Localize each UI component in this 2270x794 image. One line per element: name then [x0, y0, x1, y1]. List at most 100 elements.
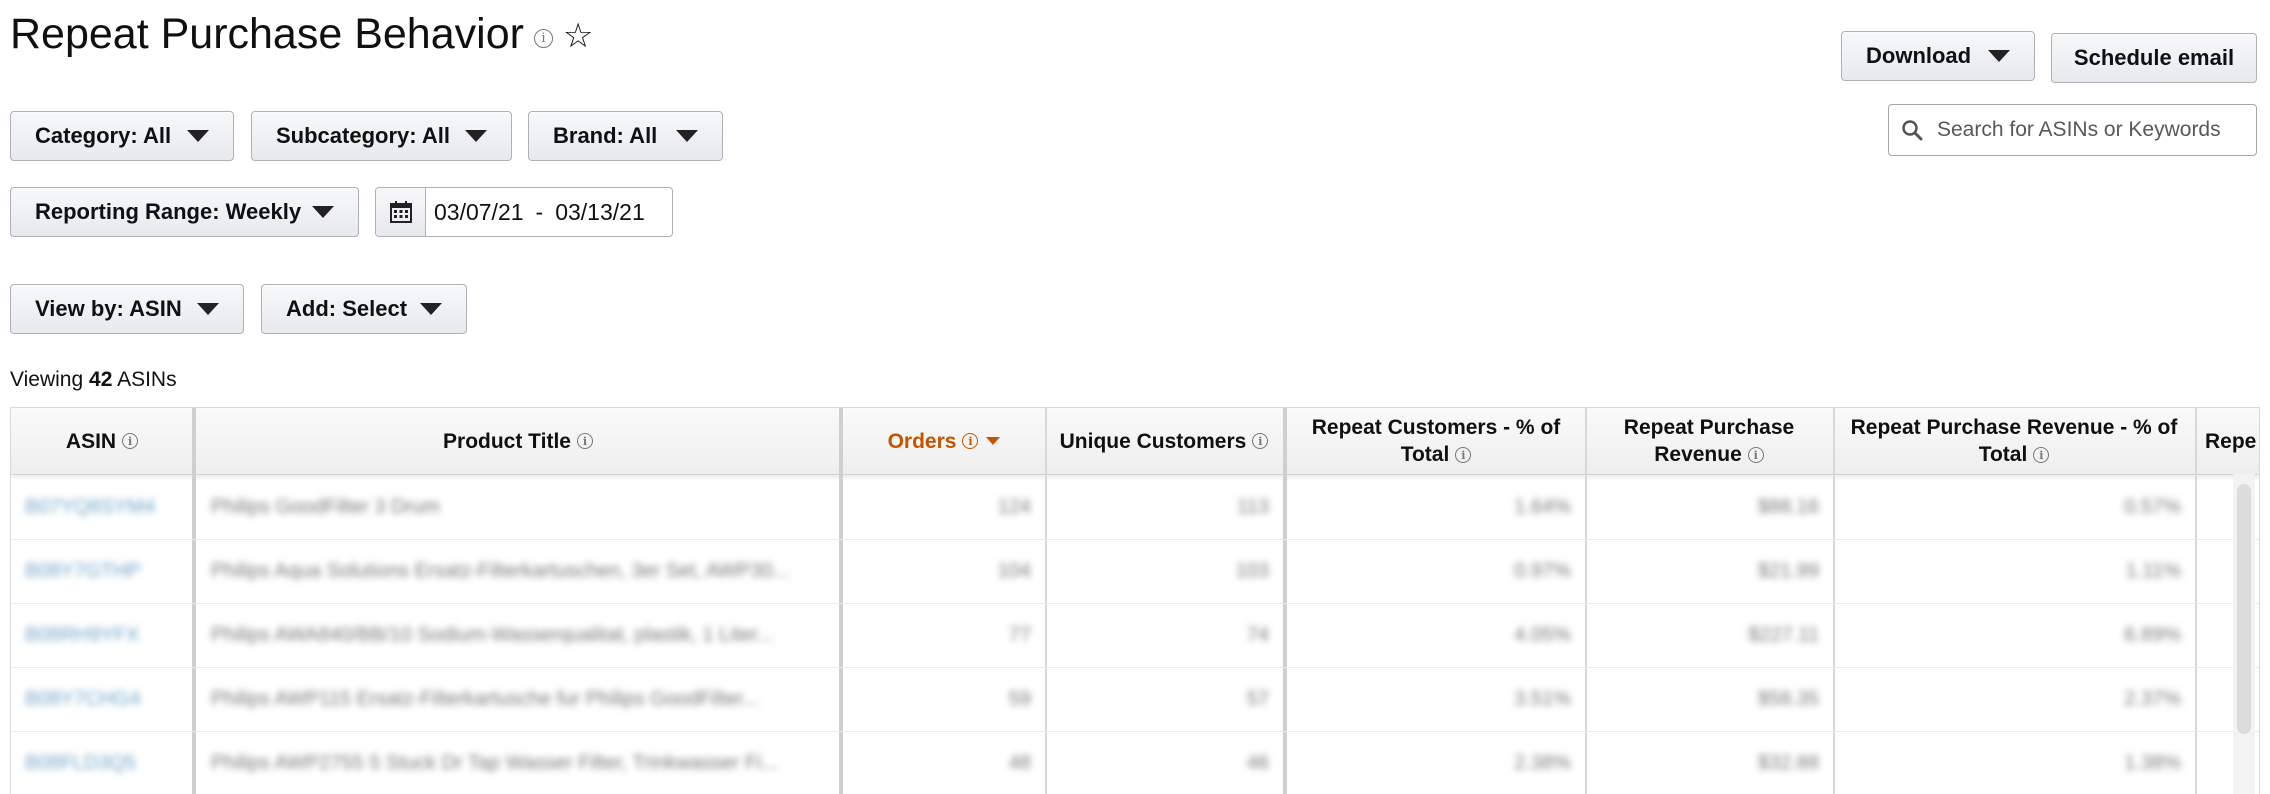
- data-table: ASIN i Product Title i Orders i Unique Cust…: [10, 407, 2260, 794]
- column-header-unique-customers[interactable]: Unique Customers i: [1045, 408, 1283, 474]
- unique-customers-cell: 113: [1237, 495, 1269, 518]
- orders-cell: 104: [997, 559, 1031, 582]
- search-input[interactable]: [1935, 117, 2239, 143]
- viewing-count: 42: [89, 368, 113, 391]
- product-title-cell: Philips AWP2755 5 Stuck Dr Tap Wasser Fi…: [211, 751, 779, 774]
- chevron-down-icon: [312, 206, 334, 218]
- product-title-cell: Philips AWA840/BB/10 Sodium-Wasserqualit…: [211, 623, 774, 646]
- star-icon[interactable]: ☆: [563, 16, 593, 56]
- repeat-revenue-cell: $32.88: [1757, 751, 1819, 774]
- viewing-summary: Viewing 42 ASINs: [10, 368, 177, 392]
- unique-customers-cell: 103: [1235, 559, 1269, 582]
- table-header: ASIN i Product Title i Orders i Unique Cust…: [11, 408, 2259, 475]
- info-icon[interactable]: i: [1252, 433, 1269, 449]
- repeat-revenue-cell: $21.99: [1757, 559, 1819, 582]
- chevron-down-icon: [676, 130, 698, 142]
- add-label: Add: Select: [286, 296, 408, 321]
- asin-link[interactable]: B07YQ8SYM4: [11, 475, 193, 539]
- repeat-revenue-pct-cell: 1.11%: [2125, 559, 2181, 582]
- date-separator: -: [535, 198, 544, 225]
- repeat-revenue-pct-cell: 0.57%: [2124, 495, 2181, 518]
- view-by-dropdown[interactable]: View by: ASIN: [10, 284, 244, 334]
- repeat-revenue-pct-cell: 1.38%: [2124, 751, 2181, 774]
- scrollbar-thumb[interactable]: [2237, 484, 2251, 734]
- reporting-range-label: Reporting Range: Weekly: [35, 199, 302, 224]
- repeat-customers-pct-cell: 4.05%: [1514, 623, 1571, 646]
- chevron-down-icon: [197, 303, 219, 315]
- table-row[interactable]: B07YQ8SYM4 Philips GoodFilter 3 Drum 124…: [11, 475, 2259, 540]
- date-start-input[interactable]: 03/07/21: [426, 199, 524, 226]
- repeat-customers-pct-cell: 0.97%: [1514, 559, 1571, 582]
- subcategory-dropdown[interactable]: Subcategory: All: [251, 111, 512, 161]
- brand-label: Brand: All: [553, 123, 658, 148]
- asin-link[interactable]: B08Y7CHG4: [11, 667, 193, 731]
- asin-link[interactable]: B08FLD3Q5: [11, 731, 193, 794]
- repeat-revenue-pct-cell: 2.37%: [2124, 687, 2181, 710]
- chevron-down-icon: [465, 130, 487, 142]
- table-row[interactable]: B08Y7GTHP Philips Aqua Solutions Ersatz-…: [11, 539, 2259, 604]
- info-icon[interactable]: i: [1455, 447, 1472, 464]
- chevron-down-icon: [420, 303, 442, 315]
- unique-customers-cell: 46: [1246, 751, 1269, 774]
- chevron-down-icon: [1988, 50, 2010, 62]
- schedule-email-button[interactable]: Schedule email: [2051, 33, 2257, 83]
- repeat-revenue-pct-cell: 6.89%: [2124, 623, 2181, 646]
- repeat-revenue-cell: $88.16: [1757, 495, 1819, 518]
- repeat-customers-pct-cell: 2.38%: [1514, 751, 1571, 774]
- column-header-repeat-purchase-revenue[interactable]: Repeat Purchase Revenue i: [1585, 408, 1833, 474]
- search-icon: [1902, 120, 1923, 141]
- category-dropdown[interactable]: Category: All: [10, 111, 234, 161]
- reporting-range-dropdown[interactable]: Reporting Range: Weekly: [10, 187, 359, 237]
- column-header-product-title[interactable]: Product Title i: [197, 408, 839, 474]
- repeat-customers-pct-cell: 1.64%: [1514, 495, 1571, 518]
- column-header-asin[interactable]: ASIN i: [11, 408, 193, 474]
- add-dropdown[interactable]: Add: Select: [261, 284, 467, 334]
- date-end-input[interactable]: 03/13/21: [555, 199, 645, 226]
- asin-link[interactable]: B08Y7GTHP: [11, 539, 193, 603]
- page-title: Repeat Purchase Behavior: [10, 10, 524, 58]
- column-header-repeat-customers-pct[interactable]: Repeat Customers - % of Total i: [1287, 408, 1585, 474]
- product-title-cell: Philips AWP115 Ersatz-Filterkartusche fu…: [211, 687, 759, 710]
- orders-cell: 59: [1008, 687, 1031, 710]
- chevron-down-icon: [187, 130, 209, 142]
- calendar-button[interactable]: [376, 188, 426, 236]
- repeat-customers-pct-cell: 3.51%: [1514, 687, 1571, 710]
- download-label: Download: [1866, 43, 1972, 68]
- unique-customers-cell: 74: [1246, 623, 1269, 646]
- orders-cell: 77: [1008, 623, 1031, 646]
- repeat-revenue-cell: $227.11: [1748, 623, 1819, 646]
- info-icon[interactable]: i: [2033, 447, 2050, 464]
- table-row[interactable]: B08Y7CHG4 Philips AWP115 Ersatz-Filterka…: [11, 667, 2259, 732]
- schedule-email-label: Schedule email: [2073, 45, 2235, 70]
- orders-cell: 124: [997, 495, 1031, 518]
- viewing-suffix: ASINs: [117, 368, 177, 391]
- category-label: Category: All: [35, 123, 172, 148]
- product-title-cell: Philips GoodFilter 3 Drum: [211, 495, 440, 518]
- page-title-wrap: Repeat Purchase Behavior i ☆: [10, 10, 593, 59]
- date-range-picker[interactable]: 03/07/21 - 03/13/21: [375, 187, 673, 237]
- download-button[interactable]: Download: [1841, 31, 2035, 81]
- search-box[interactable]: [1888, 104, 2257, 156]
- repeat-revenue-cell: $58.35: [1757, 687, 1819, 710]
- info-icon[interactable]: i: [1747, 447, 1764, 464]
- unique-customers-cell: 57: [1246, 687, 1269, 710]
- column-header-repeat-revenue-pct[interactable]: Repeat Purchase Revenue - % of Total i: [1833, 408, 2195, 474]
- asin-link[interactable]: B08RH9YFX: [11, 603, 193, 667]
- info-icon[interactable]: i: [962, 433, 979, 449]
- brand-dropdown[interactable]: Brand: All: [528, 111, 723, 161]
- subcategory-label: Subcategory: All: [276, 123, 450, 148]
- view-by-label: View by: ASIN: [35, 296, 182, 321]
- info-icon[interactable]: i: [576, 433, 593, 449]
- table-scrollbar[interactable]: [2233, 474, 2255, 794]
- info-icon[interactable]: i: [122, 433, 139, 449]
- sort-descending-icon: [986, 437, 1001, 445]
- orders-cell: 48: [1008, 751, 1031, 774]
- info-icon[interactable]: i: [533, 29, 553, 48]
- calendar-icon: [389, 201, 412, 223]
- column-header-orders[interactable]: Orders i: [843, 408, 1045, 474]
- product-title-cell: Philips Aqua Solutions Ersatz-Filterkart…: [211, 559, 790, 582]
- table-row[interactable]: B08RH9YFX Philips AWA840/BB/10 Sodium-Wa…: [11, 603, 2259, 668]
- column-header-repeat-truncated[interactable]: Repe: [2195, 408, 2259, 474]
- table-row[interactable]: B08FLD3Q5 Philips AWP2755 5 Stuck Dr Tap…: [11, 731, 2259, 794]
- viewing-prefix: Viewing: [10, 368, 84, 391]
